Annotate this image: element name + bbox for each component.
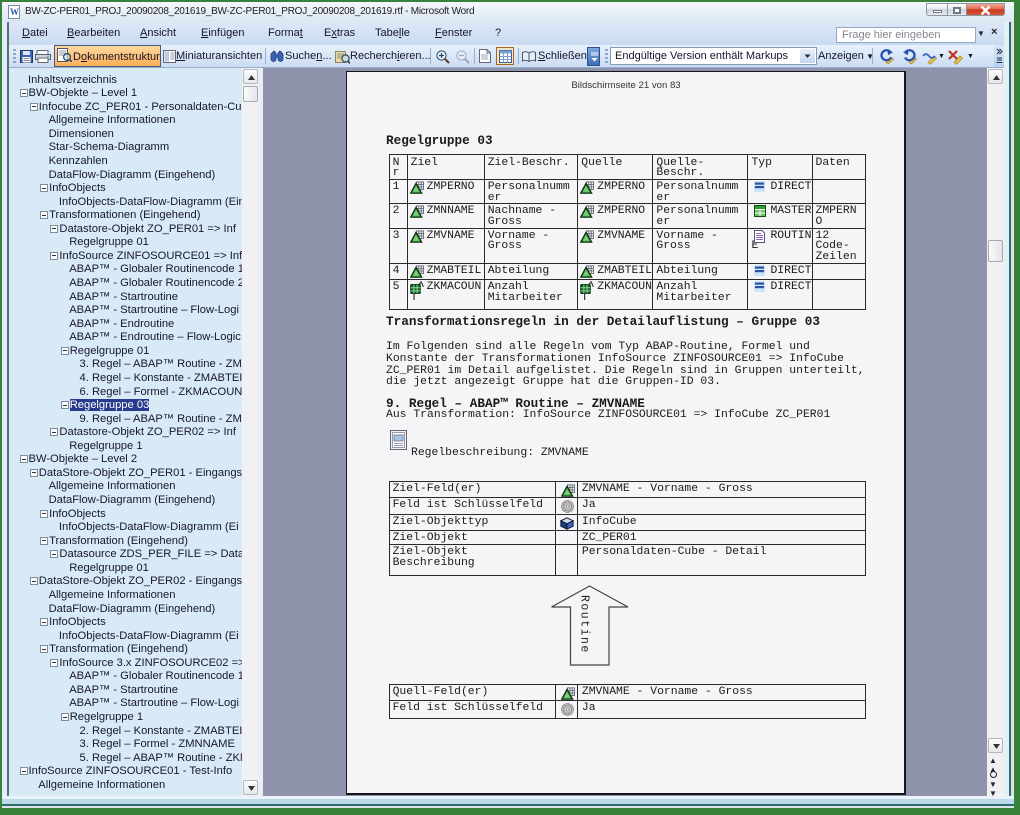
svg-text:Routine: Routine (578, 595, 591, 654)
